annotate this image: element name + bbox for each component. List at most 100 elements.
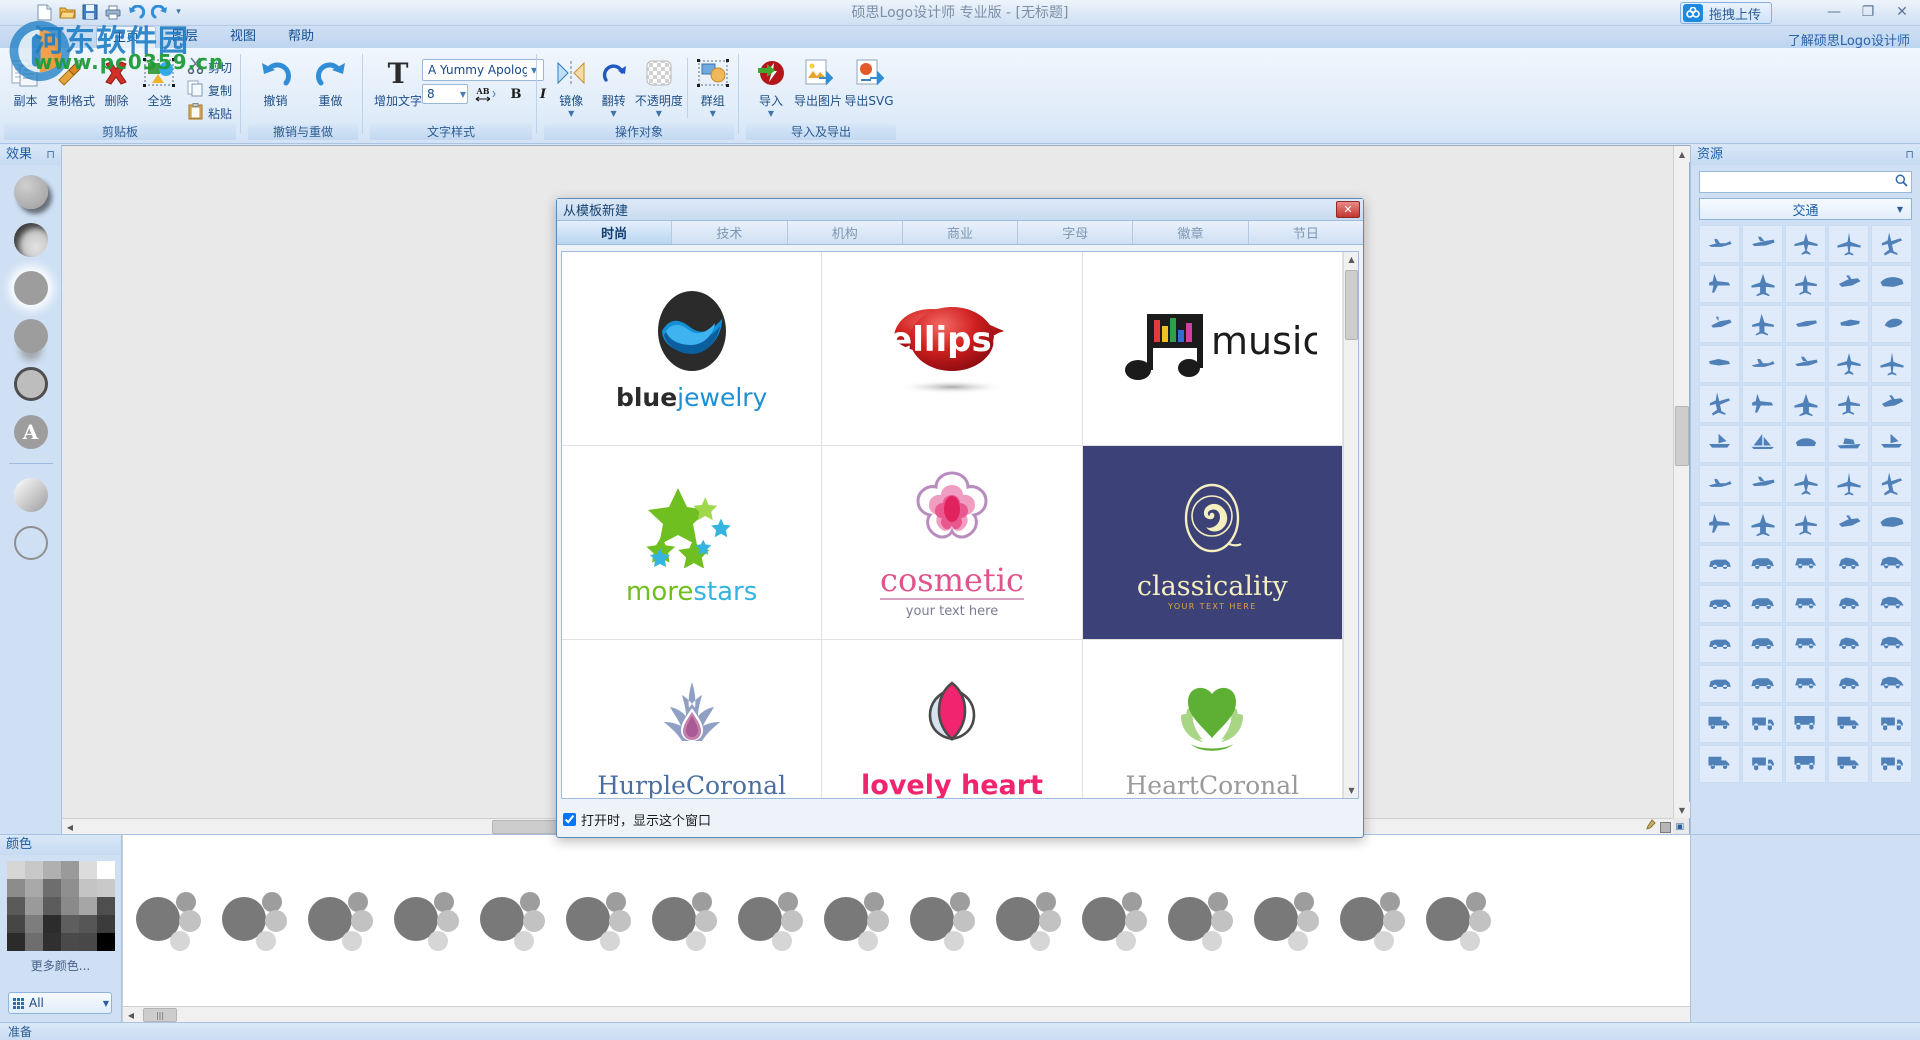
color-swatch[interactable] bbox=[97, 915, 115, 933]
color-swatch[interactable] bbox=[7, 915, 25, 933]
resource-icon[interactable] bbox=[1785, 585, 1826, 623]
pin-icon[interactable]: ⊓ bbox=[46, 145, 55, 165]
undo-button[interactable]: 撤销 bbox=[248, 54, 303, 111]
dialog-vscroll-thumb[interactable] bbox=[1345, 270, 1358, 340]
shape-library-item[interactable] bbox=[815, 860, 899, 980]
color-swatch[interactable] bbox=[61, 915, 79, 933]
resource-icon[interactable] bbox=[1742, 745, 1783, 783]
print-icon[interactable] bbox=[103, 2, 123, 22]
resource-icon[interactable] bbox=[1699, 585, 1740, 623]
resource-icon[interactable] bbox=[1828, 425, 1869, 463]
shape-library-item[interactable] bbox=[1417, 860, 1501, 980]
color-swatch[interactable] bbox=[7, 933, 25, 951]
shape-library-item[interactable] bbox=[643, 860, 727, 980]
shape-library-item[interactable] bbox=[987, 860, 1071, 980]
panel-options-icon[interactable]: ▣ bbox=[1675, 822, 1684, 832]
mirror-button[interactable]: 镜像 ▼ bbox=[550, 54, 592, 119]
search-icon[interactable] bbox=[1891, 174, 1911, 190]
close-button[interactable]: ✕ bbox=[1892, 2, 1912, 22]
resource-icon[interactable] bbox=[1699, 745, 1740, 783]
rotate-button[interactable]: 翻转 ▼ bbox=[592, 54, 634, 119]
resource-icon[interactable] bbox=[1785, 425, 1826, 463]
resource-icon[interactable] bbox=[1742, 585, 1783, 623]
resource-icon[interactable] bbox=[1871, 345, 1912, 383]
resource-icon[interactable] bbox=[1699, 465, 1740, 503]
shape-library-item[interactable] bbox=[299, 860, 383, 980]
color-swatch[interactable] bbox=[25, 933, 43, 951]
resource-icon[interactable] bbox=[1828, 665, 1869, 703]
group-caret-icon[interactable]: ▼ bbox=[710, 111, 716, 117]
dialog-tab-letter[interactable]: 字母 bbox=[1018, 221, 1133, 244]
customize-qat-icon[interactable]: ▾ bbox=[172, 2, 185, 22]
add-text-button[interactable]: T 增加文字 bbox=[374, 54, 422, 111]
effect-no-fill[interactable] bbox=[14, 526, 48, 560]
color-swatch[interactable] bbox=[7, 897, 25, 915]
resource-icon[interactable] bbox=[1828, 625, 1869, 663]
template-card-bluejewelry[interactable]: bluejewelry bbox=[562, 252, 822, 446]
cut-button[interactable]: 剪切 bbox=[183, 56, 236, 78]
resource-icon[interactable] bbox=[1828, 225, 1869, 263]
resource-icon[interactable] bbox=[1699, 225, 1740, 263]
show-on-startup-checkbox[interactable] bbox=[563, 813, 576, 826]
import-button[interactable]: 导入 ▼ bbox=[750, 54, 792, 119]
effect-gradient[interactable] bbox=[14, 478, 48, 512]
resource-icon[interactable] bbox=[1785, 545, 1826, 583]
resource-icon[interactable] bbox=[1828, 385, 1869, 423]
effect-text[interactable]: A bbox=[14, 415, 48, 449]
resource-icon[interactable] bbox=[1742, 625, 1783, 663]
resource-icon[interactable] bbox=[1871, 625, 1912, 663]
shape-library-item[interactable] bbox=[1245, 860, 1329, 980]
redo-icon[interactable] bbox=[149, 2, 169, 22]
resource-icon[interactable] bbox=[1742, 425, 1783, 463]
effect-drop-shadow[interactable] bbox=[14, 175, 48, 209]
color-swatch[interactable] bbox=[79, 897, 97, 915]
template-card-morestars[interactable]: morestars bbox=[562, 446, 822, 640]
shape-library-item[interactable] bbox=[385, 860, 469, 980]
effect-reflection[interactable] bbox=[14, 319, 48, 353]
mirror-caret-icon[interactable]: ▼ bbox=[568, 111, 574, 117]
group-button[interactable]: 群组 ▼ bbox=[692, 54, 734, 119]
resource-icon[interactable] bbox=[1828, 505, 1869, 543]
resource-icon[interactable] bbox=[1871, 385, 1912, 423]
canvas-vscroll-thumb[interactable] bbox=[1675, 406, 1689, 466]
resource-icon[interactable] bbox=[1828, 305, 1869, 343]
format-painter-button[interactable]: 复制格式 bbox=[47, 54, 95, 111]
resource-icon[interactable] bbox=[1828, 585, 1869, 623]
scroll-down-arrow-icon[interactable]: ▼ bbox=[1674, 802, 1690, 818]
resource-icon[interactable] bbox=[1871, 545, 1912, 583]
color-swatch[interactable] bbox=[61, 861, 79, 879]
shape-library-item[interactable] bbox=[1331, 860, 1415, 980]
dialog-tab-fashion[interactable]: 时尚 bbox=[557, 221, 672, 244]
resource-icon[interactable] bbox=[1871, 665, 1912, 703]
resource-icon[interactable] bbox=[1871, 745, 1912, 783]
effect-inner-shadow[interactable] bbox=[14, 223, 48, 257]
color-swatch[interactable] bbox=[25, 915, 43, 933]
resource-icon[interactable] bbox=[1871, 425, 1912, 463]
resource-icon[interactable] bbox=[1699, 505, 1740, 543]
tab-help[interactable]: 帮助 bbox=[272, 26, 330, 48]
dialog-tab-technology[interactable]: 技术 bbox=[672, 221, 787, 244]
shape-library-item[interactable] bbox=[557, 860, 641, 980]
opacity-caret-icon[interactable]: ▼ bbox=[656, 111, 662, 117]
eyedropper-icon[interactable] bbox=[1644, 819, 1656, 835]
template-card-classicality[interactable]: classicality YOUR TEXT HERE bbox=[1083, 446, 1343, 640]
select-all-button[interactable]: 全选 bbox=[138, 54, 181, 111]
new-document-icon[interactable] bbox=[34, 2, 54, 22]
color-swatch[interactable] bbox=[79, 861, 97, 879]
resource-icon[interactable] bbox=[1785, 345, 1826, 383]
tab-home[interactable]: 主页 bbox=[96, 26, 156, 48]
resource-icon[interactable] bbox=[1699, 665, 1740, 703]
duplicate-button[interactable]: 副本 bbox=[4, 54, 47, 111]
redo-button[interactable]: 重做 bbox=[303, 54, 358, 111]
resource-icon[interactable] bbox=[1742, 705, 1783, 743]
letter-spacing-button[interactable]: AB bbox=[471, 84, 501, 104]
open-folder-icon[interactable] bbox=[57, 2, 77, 22]
delete-button[interactable]: 删除 bbox=[95, 54, 138, 111]
fill-color-swatch[interactable] bbox=[1660, 822, 1671, 833]
resource-icon[interactable] bbox=[1742, 345, 1783, 383]
tab-layers[interactable]: 图层 bbox=[156, 26, 214, 48]
resource-icon[interactable] bbox=[1785, 705, 1826, 743]
shape-horizontal-scrollbar[interactable]: ◀ ||| bbox=[123, 1006, 1690, 1022]
drag-upload-button[interactable]: 拖拽上传 bbox=[1680, 2, 1772, 24]
chevron-down-icon[interactable]: ▼ bbox=[103, 999, 109, 1008]
